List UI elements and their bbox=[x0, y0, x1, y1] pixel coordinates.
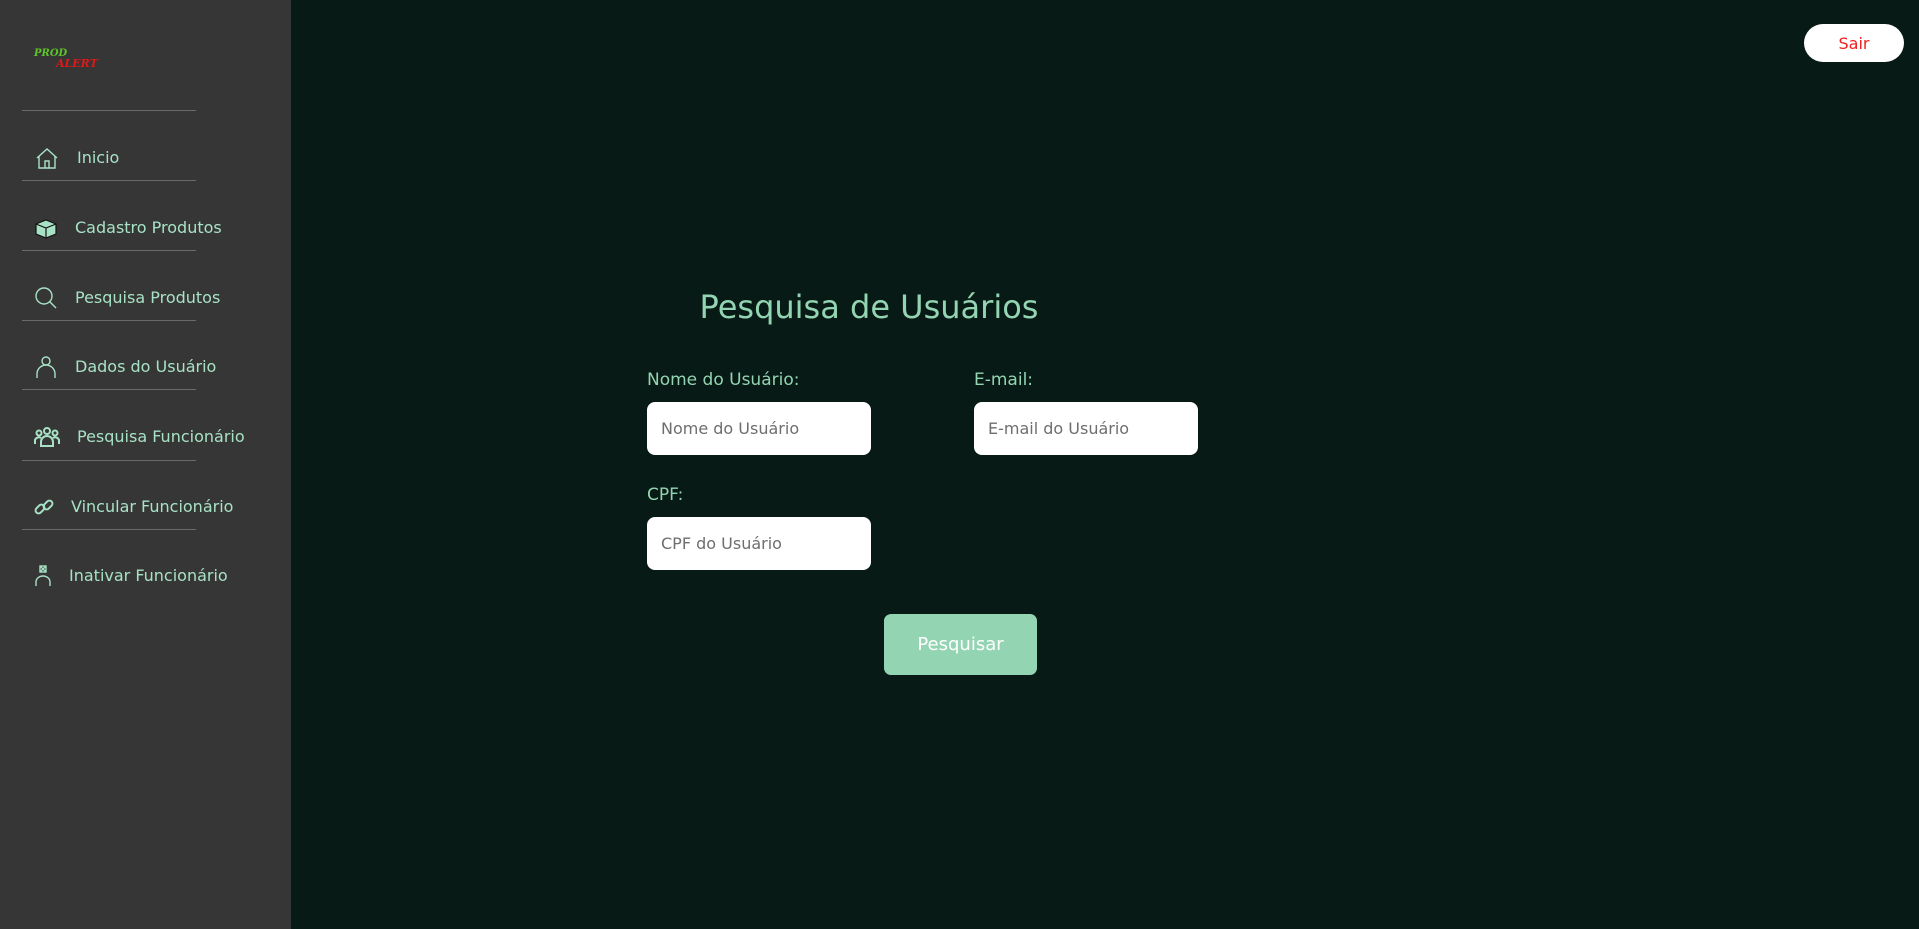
link-icon bbox=[34, 494, 54, 520]
sidebar-item-inicio[interactable]: Inicio bbox=[22, 127, 196, 188]
sidebar-item-label: Pesquisa Produtos bbox=[75, 288, 221, 307]
home-icon bbox=[34, 145, 60, 171]
logo-text: ALERT bbox=[56, 57, 98, 70]
search-icon bbox=[34, 285, 58, 311]
divider bbox=[22, 110, 196, 111]
user-x-icon bbox=[34, 563, 52, 589]
divider bbox=[22, 250, 196, 251]
divider bbox=[22, 460, 196, 461]
logout-button[interactable]: Sair bbox=[1804, 24, 1904, 62]
sidebar-item-label: Inativar Funcionário bbox=[69, 566, 228, 585]
logo: PROD ALERT bbox=[34, 48, 104, 70]
users-icon bbox=[34, 424, 60, 450]
sidebar-item-label: Inicio bbox=[77, 148, 120, 167]
sidebar-item-dados-usuario[interactable]: Dados do Usuário bbox=[22, 336, 216, 397]
box-icon bbox=[34, 215, 58, 241]
sidebar-item-label: Vincular Funcionário bbox=[71, 497, 234, 516]
name-label: Nome do Usuário: bbox=[647, 370, 800, 390]
sidebar: PROD ALERT Inicio Cadastro Produtos Pesq… bbox=[0, 0, 291, 929]
name-input[interactable] bbox=[647, 402, 871, 455]
user-icon bbox=[34, 354, 58, 380]
sidebar-item-pesquisa-funcionario[interactable]: Pesquisa Funcionário bbox=[22, 406, 245, 467]
sidebar-item-inativar-funcionario[interactable]: Inativar Funcionário bbox=[22, 545, 228, 606]
divider bbox=[22, 320, 196, 321]
sidebar-item-label: Pesquisa Funcionário bbox=[77, 427, 245, 446]
cpf-input[interactable] bbox=[647, 517, 871, 570]
email-input[interactable] bbox=[974, 402, 1198, 455]
cpf-label: CPF: bbox=[647, 485, 684, 505]
sidebar-item-label: Dados do Usuário bbox=[75, 357, 217, 376]
search-button[interactable]: Pesquisar bbox=[884, 614, 1037, 675]
sidebar-item-cadastro-produtos[interactable]: Cadastro Produtos bbox=[22, 197, 222, 258]
divider bbox=[22, 529, 196, 530]
divider bbox=[22, 180, 196, 181]
divider bbox=[22, 389, 196, 390]
sidebar-item-vincular-funcionario[interactable]: Vincular Funcionário bbox=[22, 476, 233, 537]
page-title: Pesquisa de Usuários bbox=[699, 288, 1039, 326]
sidebar-item-pesquisa-produtos[interactable]: Pesquisa Produtos bbox=[22, 267, 220, 328]
sidebar-item-label: Cadastro Produtos bbox=[75, 218, 222, 237]
email-label: E-mail: bbox=[974, 370, 1034, 390]
